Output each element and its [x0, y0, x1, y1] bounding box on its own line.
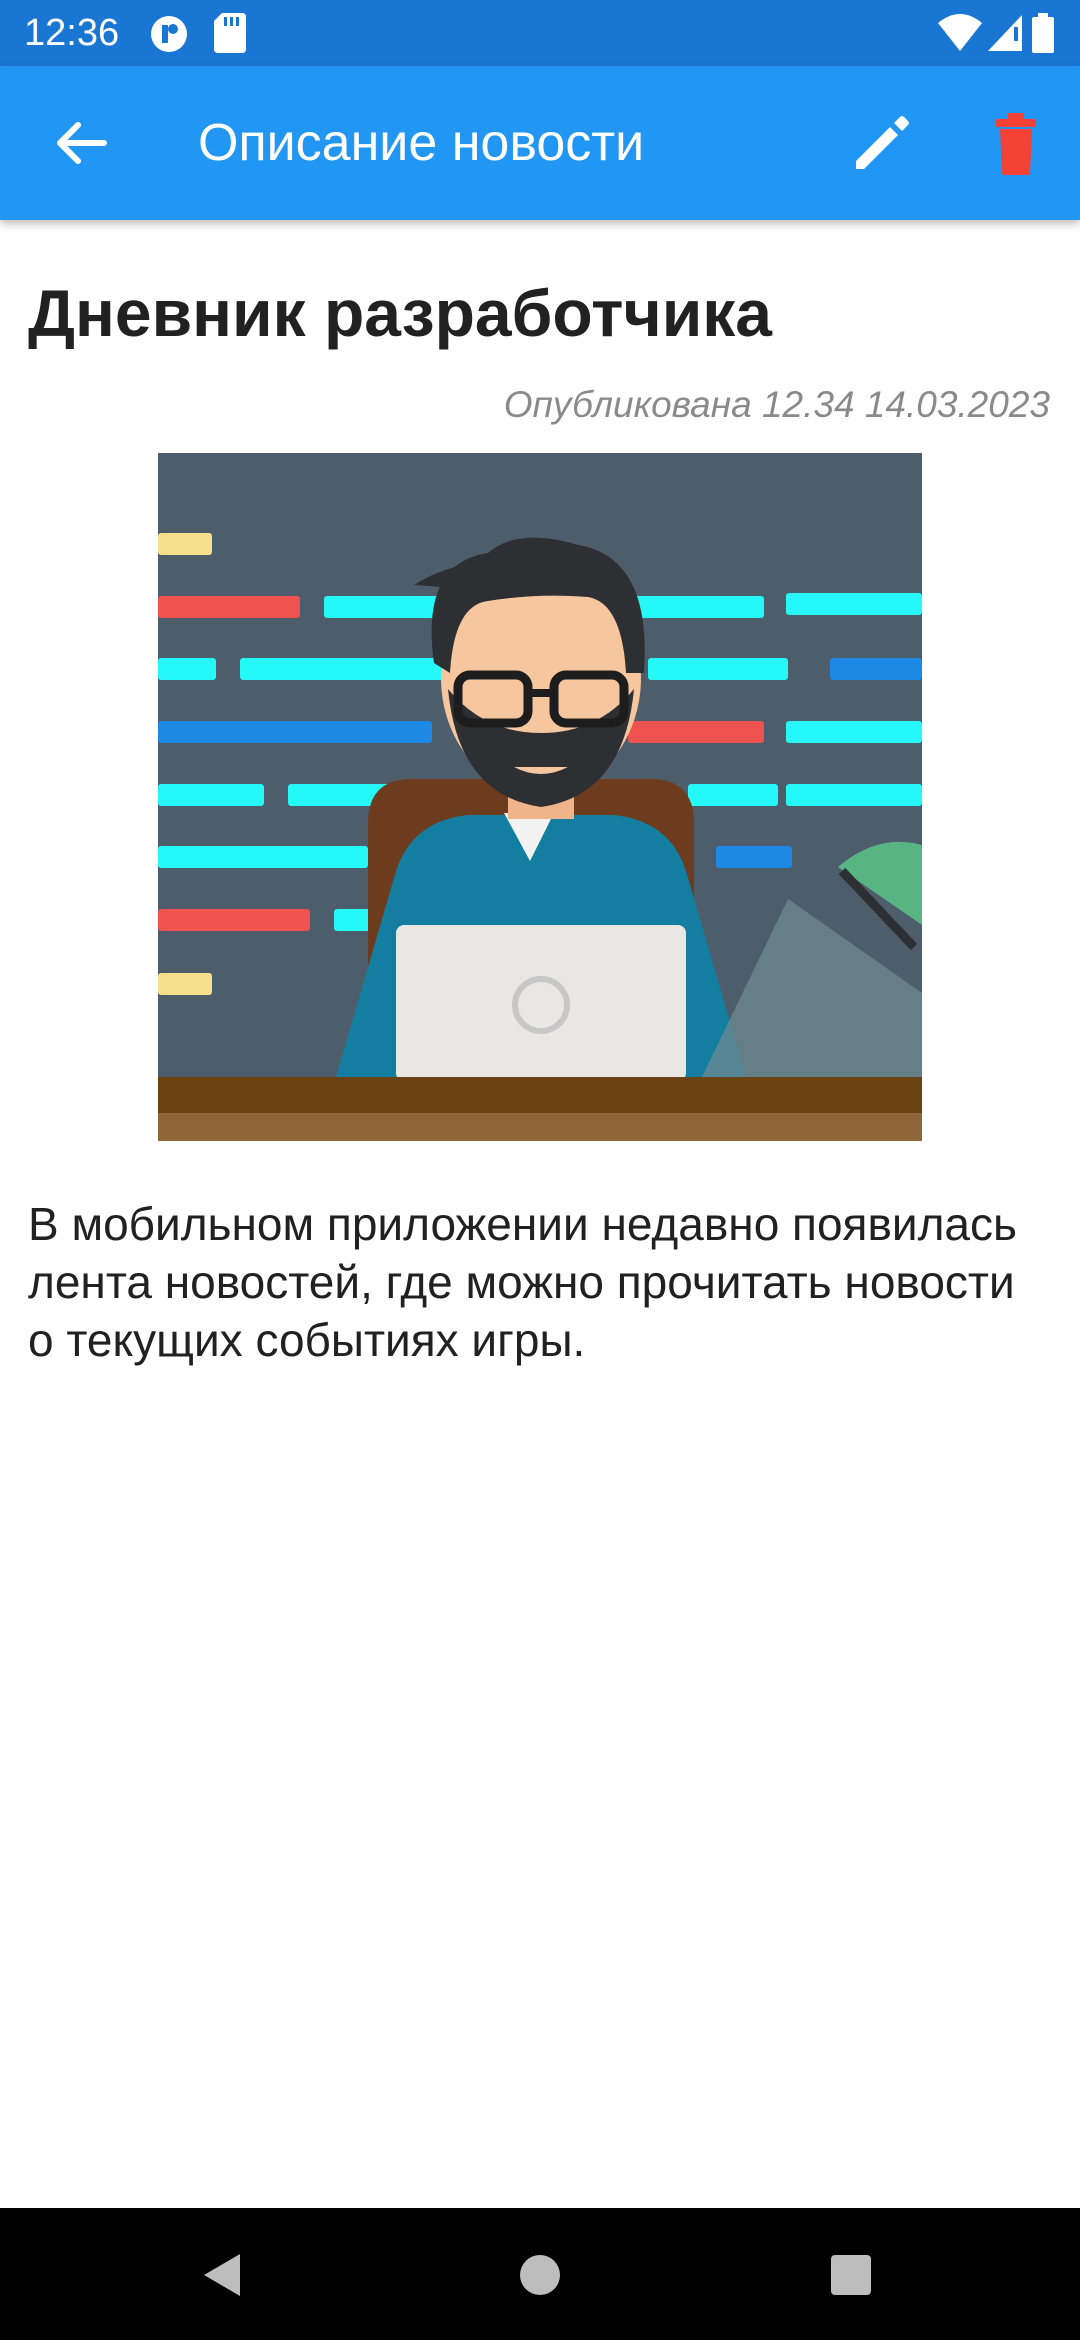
status-time: 12:36	[24, 12, 120, 54]
app-bar: Описание новости	[0, 66, 1080, 220]
sd-card-icon	[214, 13, 246, 53]
pencil-icon	[856, 116, 909, 169]
trash-icon	[996, 113, 1036, 175]
signal-icon	[988, 15, 1022, 51]
navigation-bar	[0, 2208, 1080, 2340]
delete-button[interactable]	[974, 101, 1058, 185]
media-icon	[151, 16, 187, 52]
wifi-icon	[938, 14, 982, 51]
news-title: Дневник разработчика	[28, 276, 773, 350]
arrow-left-icon	[57, 122, 107, 164]
news-published-date: Опубликована 12.34 14.03.2023	[503, 384, 1050, 425]
nav-back-button[interactable]	[190, 2240, 260, 2310]
back-triangle-icon	[204, 2254, 240, 2296]
nav-recents-button[interactable]	[816, 2240, 886, 2310]
recents-square-icon	[831, 2255, 871, 2295]
news-body-text: В мобильном приложении недавно появилась…	[28, 1198, 1017, 1366]
page-title: Описание новости	[198, 114, 645, 172]
home-circle-icon	[520, 2255, 560, 2295]
battery-icon	[1032, 13, 1054, 53]
back-button[interactable]	[40, 101, 124, 185]
nav-home-button[interactable]	[505, 2240, 575, 2310]
edit-button[interactable]	[840, 101, 924, 185]
status-bar: 12:36	[0, 0, 1080, 66]
developer-illustration-image	[158, 453, 922, 1141]
